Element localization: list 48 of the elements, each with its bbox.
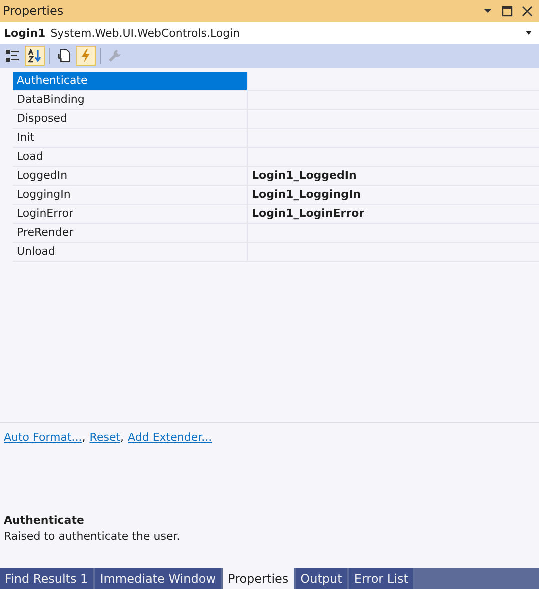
command-link[interactable]: Add Extender...: [128, 431, 212, 444]
event-name: Init: [13, 129, 248, 147]
event-row[interactable]: Init: [13, 129, 539, 148]
caret-icon: [525, 30, 533, 36]
event-row[interactable]: Authenticate: [13, 72, 539, 91]
sort-button[interactable]: [25, 46, 45, 66]
description-text: Raised to authenticate the user.: [4, 530, 182, 543]
event-name: LoginError: [13, 205, 248, 223]
close-icon[interactable]: [522, 6, 533, 16]
lightning-icon: [79, 49, 93, 63]
event-row[interactable]: Disposed: [13, 110, 539, 129]
comma-separator: ,: [120, 431, 124, 444]
command-link[interactable]: Auto Format...: [4, 431, 82, 444]
event-row[interactable]: DataBinding: [13, 91, 539, 110]
event-row[interactable]: PreRender: [13, 224, 539, 243]
tab[interactable]: Properties: [223, 568, 294, 589]
dropdown-icon[interactable]: [483, 6, 493, 16]
object-type: System.Web.UI.WebControls.Login: [50, 26, 242, 40]
event-name: Authenticate: [13, 72, 248, 90]
tab[interactable]: Find Results 1: [0, 568, 94, 589]
event-handler: Login1_LoggedIn: [252, 169, 357, 182]
object-name: Login1: [4, 26, 46, 40]
object-selector[interactable]: Login1 System.Web.UI.WebControls.Login: [0, 22, 539, 44]
event-row[interactable]: Unload: [13, 243, 539, 262]
event-row[interactable]: Load: [13, 148, 539, 167]
event-row[interactable]: LoggingIn Login1_LoggingIn: [13, 186, 539, 205]
event-name: Unload: [13, 243, 248, 261]
wrench-icon: [108, 49, 122, 63]
event-name: LoggingIn: [13, 186, 248, 204]
description-title: Authenticate: [4, 514, 86, 527]
event-name: DataBinding: [13, 91, 248, 109]
event-name: Disposed: [13, 110, 248, 128]
event-name: LoggedIn: [13, 167, 248, 185]
command-link[interactable]: Reset: [90, 431, 121, 444]
event-row[interactable]: LoginError Login1_LoginError: [13, 205, 539, 224]
event-handler: Login1_LoggingIn: [252, 188, 361, 201]
sort-icon: [28, 49, 42, 63]
list-icon: [6, 49, 20, 63]
tab[interactable]: Output: [296, 568, 348, 589]
comma-separator: ,: [82, 431, 86, 444]
event-handler: Login1_LoginError: [252, 207, 365, 220]
window-title: Properties: [3, 4, 65, 18]
tab[interactable]: Immediate Window: [95, 568, 222, 589]
event-name: PreRender: [13, 224, 248, 242]
event-row[interactable]: LoggedIn Login1_LoggedIn: [13, 167, 539, 186]
tab[interactable]: Error List: [349, 568, 414, 589]
maximize-icon[interactable]: [502, 6, 513, 16]
event-name: Load: [13, 148, 248, 166]
